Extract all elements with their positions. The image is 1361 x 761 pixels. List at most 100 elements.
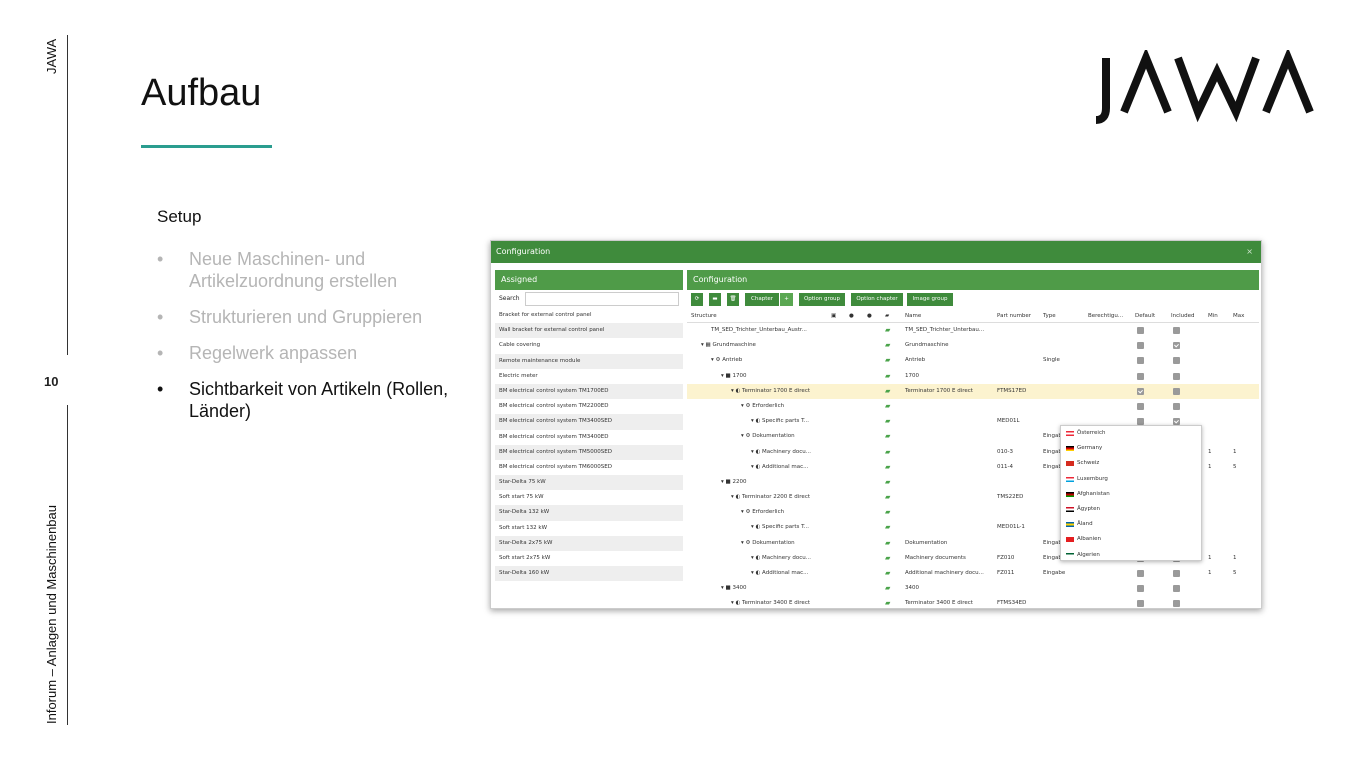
assigned-item[interactable]: BM electrical control system TM5000SED [495, 444, 683, 460]
col-type[interactable]: Type [1043, 309, 1056, 323]
col-max[interactable]: Max [1233, 309, 1244, 323]
included-checkbox[interactable] [1173, 342, 1180, 350]
chapter-button[interactable]: Chapter [745, 293, 779, 306]
included-checkbox[interactable] [1173, 327, 1180, 334]
country-option[interactable]: Germany [1061, 441, 1201, 456]
default-checkbox[interactable] [1137, 357, 1144, 365]
assigned-item[interactable]: BM electrical control system TM1700ED [495, 383, 683, 400]
assigned-item[interactable]: Soft start 132 kW [495, 521, 683, 536]
flag-icon [1066, 537, 1074, 543]
jawa-logo [1095, 47, 1322, 129]
assigned-item[interactable]: Wall bracket for external control panel [495, 323, 683, 339]
default-checkbox[interactable] [1137, 402, 1144, 410]
country-option[interactable]: Albanien [1061, 532, 1201, 547]
assigned-item[interactable]: Electric meter [495, 369, 683, 384]
assigned-panel: Assigned Search Bracket for external con… [495, 270, 683, 590]
col-permission[interactable]: Berechtigu... [1088, 309, 1123, 323]
collapse-button[interactable]: ▬ [709, 293, 721, 306]
globe-col-icon: ● [849, 313, 854, 319]
tree-row[interactable]: TM_SED_Trichter_Unterbau_Austr... ▰ TM_SED… [687, 323, 1259, 338]
country-option[interactable]: Åland [1061, 517, 1201, 532]
included-checkbox[interactable] [1173, 600, 1180, 608]
refresh-button[interactable]: ⟳ [691, 293, 703, 306]
document-icon: ▰ [885, 599, 891, 608]
assigned-item[interactable]: Remote maintenance module [495, 353, 683, 369]
tree-label: TM_SED_Trichter_Unterbau_Austr... [711, 327, 807, 333]
included-checkbox[interactable] [1173, 357, 1180, 365]
assigned-item[interactable]: Bracket for external control panel [495, 308, 683, 323]
default-checkbox[interactable] [1137, 387, 1144, 395]
tree-row[interactable]: ▾ ■ 1700 ▰ 1700 [687, 369, 1259, 384]
default-checkbox[interactable] [1137, 372, 1144, 380]
tree-row[interactable]: ▾ ⚙ Antrieb ▰ Antrieb Single [687, 353, 1259, 368]
option-group-button[interactable]: Option group [799, 293, 845, 306]
country-label: Österreich [1077, 430, 1106, 436]
row-type: Eingabe [1043, 570, 1066, 576]
country-label: Germany [1077, 445, 1103, 452]
included-checkbox[interactable] [1173, 402, 1180, 410]
search-input[interactable] [525, 292, 679, 306]
country-option[interactable]: Luxemburg [1061, 472, 1201, 487]
document-icon: ▰ [885, 584, 891, 593]
default-checkbox[interactable] [1137, 600, 1144, 608]
assigned-item[interactable]: BM electrical control system TM2200ED [495, 399, 683, 414]
document-icon: ▰ [885, 462, 891, 471]
side-brand: JAWA [44, 38, 59, 74]
tree-row[interactable]: ▾ ■ 3400 ▰ 3400 [687, 581, 1259, 596]
country-option[interactable]: Österreich [1061, 426, 1201, 441]
tree-label: ▾ ⚙ Antrieb [711, 357, 743, 364]
tree-row[interactable]: ▾ ◐ Additional mac... ▰ Additional machine… [687, 566, 1259, 581]
col-default[interactable]: Default [1135, 309, 1155, 323]
col-structure[interactable]: Structure [691, 309, 717, 323]
row-name: Dokumentation [905, 539, 948, 546]
tree-label: ▾ ◐ Terminator 2200 E direct [731, 494, 810, 501]
bullet-item: • Strukturieren und Gruppieren [157, 306, 457, 328]
tree-row[interactable]: ▾ ◐ Terminator 3400 E direct ▰ Terminator … [687, 596, 1259, 608]
col-min[interactable]: Min [1208, 309, 1218, 323]
assigned-item[interactable]: Star-Delta 2x75 kW [495, 535, 683, 551]
assigned-item[interactable]: Cable covering [495, 338, 683, 353]
default-checkbox[interactable] [1137, 342, 1144, 350]
assigned-item[interactable]: BM electrical control system TM3400ED [495, 430, 683, 445]
default-checkbox[interactable] [1137, 585, 1144, 593]
assigned-item[interactable]: BM electrical control system TM3400SED [495, 414, 683, 430]
row-part-number: TMS22ED [997, 494, 1024, 501]
col-part-number[interactable]: Part number [997, 309, 1031, 323]
assigned-item[interactable]: Soft start 2x75 kW [495, 551, 683, 566]
tree-row[interactable]: ▾ ⚙ Erforderlich ▰ [687, 399, 1259, 414]
included-checkbox[interactable] [1173, 372, 1180, 380]
assigned-item[interactable]: Star-Delta 75 kW [495, 475, 683, 491]
assigned-item[interactable]: Star-Delta 160 kW [495, 566, 683, 582]
assigned-item[interactable]: Soft start 75 kW [495, 490, 683, 505]
included-checkbox[interactable] [1173, 585, 1180, 593]
flag-icon [1066, 461, 1074, 467]
default-checkbox[interactable] [1137, 327, 1144, 334]
tree-label: ▾ ◐ Specific parts T... [751, 524, 810, 531]
country-option[interactable]: Schweiz [1061, 456, 1201, 471]
bullet-item: • Neue Maschinen- und Artikelzuordnung er… [157, 248, 457, 292]
included-checkbox[interactable] [1173, 570, 1180, 577]
delete-button[interactable]: 🗑 [727, 293, 739, 306]
col-included[interactable]: Included [1171, 309, 1195, 323]
country-option[interactable]: Ägypten [1061, 502, 1201, 517]
chapter-add-button[interactable]: + [780, 293, 793, 306]
col-name[interactable]: Name [905, 309, 921, 323]
country-option[interactable]: Afghanistan [1061, 487, 1201, 502]
tree-row[interactable]: ▾ ▦ Grundmaschine ▰ Grundmaschine [687, 338, 1259, 353]
assigned-item[interactable]: BM electrical control system TM6000SED [495, 460, 683, 475]
document-icon: ▰ [885, 401, 891, 410]
image-group-button[interactable]: Image group [907, 293, 953, 306]
tree-row[interactable]: ▾ ◐ Terminator 1700 E direct ▰ Terminator … [687, 383, 1259, 399]
country-option[interactable]: Algerien [1061, 548, 1201, 563]
row-part-number: FZ010 [997, 554, 1015, 561]
default-checkbox[interactable] [1137, 570, 1144, 577]
assigned-item[interactable]: Star-Delta 132 kW [495, 505, 683, 521]
country-dropdown[interactable]: Österreich Germany Schweiz Luxemburg Afghani… [1060, 425, 1202, 561]
included-checkbox[interactable] [1173, 387, 1180, 395]
bullet-item: • Regelwerk anpassen [157, 342, 457, 364]
tree-label: ▾ ■ 1700 [721, 372, 747, 379]
configuration-header: Configuration [687, 270, 1259, 290]
option-chapter-button[interactable]: Option chapter [851, 293, 903, 306]
close-icon[interactable]: × [1246, 241, 1253, 263]
flag-icon [1066, 522, 1074, 528]
